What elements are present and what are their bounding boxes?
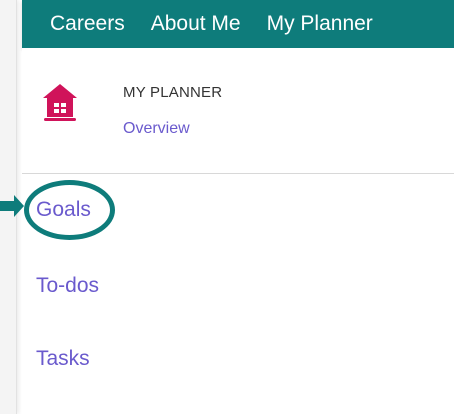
nav-my-planner[interactable]: My Planner [267,12,373,36]
page: Careers About Me My Planner MY PLANNER O… [0,0,454,414]
planner-panel: MY PLANNER Overview Goals To-dos Tasks [22,48,454,414]
menu-item-todos[interactable]: To-dos [36,274,99,298]
nav-careers[interactable]: Careers [50,12,125,36]
menu-item-tasks[interactable]: Tasks [36,347,90,371]
menu-item-goals[interactable]: Goals [36,198,91,222]
nav-about-me[interactable]: About Me [151,12,241,36]
overview-link[interactable]: Overview [123,120,190,138]
left-page-edge [0,0,17,414]
planner-title: MY PLANNER [123,84,223,101]
home-icon [43,84,77,121]
top-navigation: Careers About Me My Planner [22,0,454,48]
planner-header: MY PLANNER Overview [22,48,454,174]
